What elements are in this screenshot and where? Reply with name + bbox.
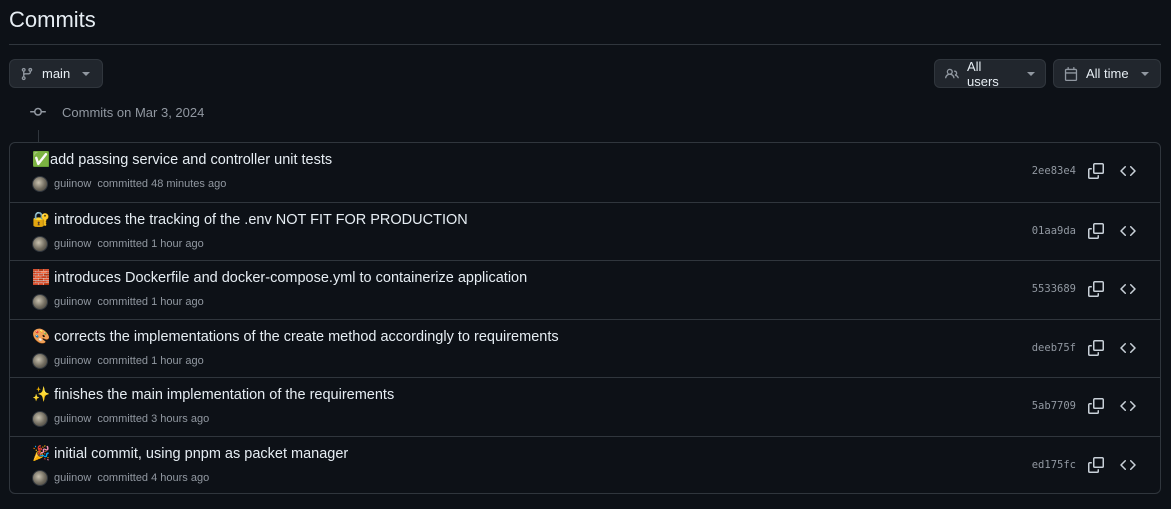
copy-icon[interactable]: [1086, 338, 1106, 358]
branch-label: main: [42, 66, 71, 81]
copy-icon[interactable]: [1086, 455, 1106, 475]
commit-message-link[interactable]: 🧱 introduces Dockerfile and docker-compo…: [32, 269, 527, 286]
commit-message-link[interactable]: ✨ finishes the main implementation of th…: [32, 386, 394, 403]
commit-time: committed 1 hour ago: [97, 237, 204, 250]
commit-time: committed 1 hour ago: [97, 354, 204, 367]
code-icon[interactable]: [1118, 455, 1138, 475]
commit-meta: guiinow committed 3 hours ago: [32, 411, 209, 427]
time-filter-label: All time: [1086, 66, 1129, 81]
copy-icon[interactable]: [1086, 396, 1106, 416]
commit-list: ✅add passing service and controller unit…: [9, 142, 1161, 494]
commit-author[interactable]: guiinow: [54, 238, 91, 250]
code-icon[interactable]: [1118, 396, 1138, 416]
commit-message-link[interactable]: ✅add passing service and controller unit…: [32, 151, 332, 168]
commit-group-date: Commits on Mar 3, 2024: [62, 104, 205, 120]
code-icon[interactable]: [1118, 221, 1138, 241]
commit-time: committed 3 hours ago: [97, 413, 210, 425]
copy-icon[interactable]: [1086, 221, 1106, 241]
commit-meta: guiinow committed 1 hour ago: [32, 352, 204, 369]
commit-row: 🎉 initial commit, using pnpm as packet m…: [10, 435, 1160, 494]
commit-group-header: Commits on Mar 3, 2024: [30, 104, 204, 120]
users-filter-button[interactable]: All users: [934, 58, 1046, 89]
avatar[interactable]: [32, 294, 48, 310]
copy-icon[interactable]: [1086, 161, 1106, 181]
chevron-down-icon: [1027, 71, 1035, 76]
code-icon[interactable]: [1118, 161, 1138, 181]
commit-meta: guiinow committed 48 minutes ago: [32, 176, 226, 192]
page-title: Commits: [9, 7, 96, 32]
chevron-down-icon: [1140, 71, 1149, 76]
commit-sha-link[interactable]: 2ee83e4: [1032, 165, 1076, 177]
time-filter-button[interactable]: All time: [1053, 59, 1161, 88]
commit-author[interactable]: guiinow: [54, 472, 91, 484]
commit-row: ✨ finishes the main implementation of th…: [10, 377, 1160, 436]
commit-message-link[interactable]: 🎉 initial commit, using pnpm as packet m…: [32, 445, 348, 462]
timeline-connector: [38, 130, 39, 142]
commit-sha-link[interactable]: 5533689: [1032, 283, 1076, 295]
commit-row: ✅add passing service and controller unit…: [10, 143, 1160, 202]
commit-row: 🎨 corrects the implementations of the cr…: [10, 318, 1160, 378]
users-filter-label: All users: [967, 58, 999, 89]
commit-sha-link[interactable]: deeb75f: [1032, 342, 1076, 354]
calendar-icon: [1064, 66, 1078, 81]
commit-sha-link[interactable]: ed175fc: [1032, 459, 1076, 471]
commit-author[interactable]: guiinow: [54, 178, 91, 190]
code-icon[interactable]: [1118, 279, 1138, 299]
avatar[interactable]: [32, 352, 48, 369]
commit-row: 🔐 introduces the tracking of the .env NO…: [10, 201, 1160, 261]
code-icon[interactable]: [1118, 338, 1138, 358]
branch-icon: [21, 67, 33, 80]
commit-sha-link[interactable]: 5ab7709: [1032, 400, 1076, 412]
commit-time: committed 1 hour ago: [97, 296, 204, 308]
commit-meta: guiinow committed 1 hour ago: [32, 294, 204, 310]
commit-time: committed 48 minutes ago: [97, 178, 227, 190]
avatar[interactable]: [32, 411, 48, 427]
chevron-down-icon: [82, 71, 91, 76]
commit-author[interactable]: guiinow: [54, 355, 91, 367]
commit-meta: guiinow committed 1 hour ago: [32, 235, 204, 252]
commit-author[interactable]: guiinow: [54, 296, 91, 308]
people-icon: [945, 68, 959, 78]
title-divider: [9, 44, 1161, 45]
commit-sha-link[interactable]: 01aa9da: [1032, 225, 1076, 237]
copy-icon[interactable]: [1086, 279, 1106, 299]
avatar[interactable]: [32, 176, 48, 192]
commit-meta: guiinow committed 4 hours ago: [32, 469, 210, 486]
avatar[interactable]: [32, 469, 48, 486]
commit-message-link[interactable]: 🎨 corrects the implementations of the cr…: [32, 328, 559, 345]
commit-author[interactable]: guiinow: [54, 413, 91, 425]
commit-time: committed 4 hours ago: [97, 471, 210, 484]
commit-message-link[interactable]: 🔐 introduces the tracking of the .env NO…: [32, 211, 468, 228]
git-commit-icon: [30, 107, 46, 116]
branch-selector-button[interactable]: main: [9, 59, 103, 88]
commit-row: 🧱 introduces Dockerfile and docker-compo…: [10, 260, 1160, 319]
avatar[interactable]: [32, 235, 48, 252]
